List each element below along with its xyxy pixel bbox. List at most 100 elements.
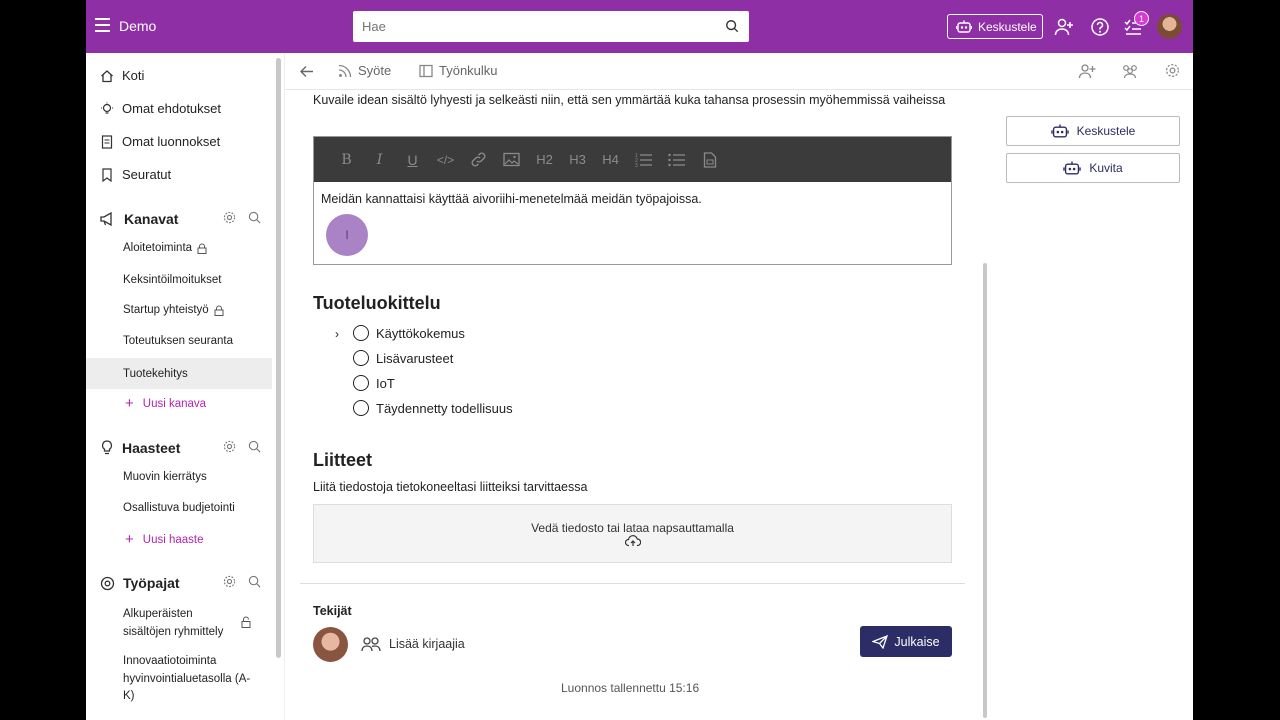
challenge-label: Muovin kierrätys: [123, 471, 207, 483]
h4-button[interactable]: H4: [594, 145, 627, 175]
cloud-upload-icon: [624, 534, 641, 546]
workshop-item[interactable]: Innovaatiotoiminta hyvinvointialuetasoll…: [123, 653, 250, 706]
publish-label: Julkaise: [894, 634, 940, 649]
image-button[interactable]: [495, 145, 528, 175]
gear-icon[interactable]: [1165, 63, 1180, 78]
search-bar[interactable]: [353, 11, 749, 42]
robot-icon: [956, 20, 972, 33]
underline-button[interactable]: U: [396, 145, 429, 175]
arrow-left-icon[interactable]: [299, 64, 314, 79]
sidebar-item-label: Seuratut: [122, 167, 172, 182]
classification-option[interactable]: Käyttökokemus: [353, 325, 465, 341]
channel-item-active[interactable]: Tuotekehitys: [86, 358, 272, 389]
search-icon[interactable]: [248, 575, 261, 588]
search-icon[interactable]: [725, 19, 739, 33]
classification-option[interactable]: IoT: [353, 375, 395, 391]
sidebar-item-followed[interactable]: Seuratut: [100, 167, 171, 182]
channels-actions: [223, 211, 261, 224]
dropzone-label: Vedä tiedosto tai lataa napsauttamalla: [531, 520, 734, 535]
menu-icon[interactable]: [95, 18, 110, 32]
gear-icon[interactable]: [223, 440, 236, 453]
sidebar-item-label: Koti: [122, 68, 145, 83]
illustrate-button[interactable]: Kuvita: [1006, 153, 1180, 183]
robot-icon: [1050, 124, 1069, 138]
option-label: IoT: [376, 375, 395, 391]
channel-label: Toteutuksen seuranta: [123, 335, 233, 347]
channel-item[interactable]: Aloitetoiminta: [123, 242, 207, 254]
chat-button[interactable]: Keskustele: [947, 14, 1043, 39]
workshop-item[interactable]: Alkuperäisten sisältöjen ryhmittely: [123, 605, 223, 641]
ordered-list-button[interactable]: 123: [627, 145, 660, 175]
author-avatar[interactable]: [313, 627, 348, 662]
add-user-icon[interactable]: [1078, 63, 1096, 79]
workshops-section-title[interactable]: Työpajat: [100, 575, 180, 591]
illustrate-label: Kuvita: [1089, 161, 1123, 175]
unlock-icon: [241, 616, 251, 628]
search-input[interactable]: [353, 19, 713, 34]
gear-icon[interactable]: [223, 211, 236, 224]
radio-button[interactable]: [353, 400, 369, 416]
add-channel-label: Uusi kanava: [142, 397, 207, 410]
radio-button[interactable]: [353, 325, 369, 341]
challenge-item[interactable]: Muovin kierrätys: [123, 471, 207, 483]
main-scrollbar[interactable]: [983, 263, 987, 718]
user-avatar[interactable]: [1157, 14, 1182, 39]
classification-option[interactable]: Täydennetty todellisuus: [353, 400, 513, 416]
code-button[interactable]: </>: [429, 145, 462, 175]
workshop-label-line: hyvinvointialuetasolla (A-: [123, 672, 251, 685]
classification-option[interactable]: Lisävarusteet: [353, 350, 453, 366]
bullet-list-button[interactable]: [660, 145, 693, 175]
radio-button[interactable]: [353, 375, 369, 391]
radio-button[interactable]: [353, 350, 369, 366]
divider: [300, 583, 965, 584]
channel-item[interactable]: Keksintöilmoitukset: [123, 274, 221, 286]
notification-badge: 1: [1134, 11, 1149, 26]
workshop-label-line: sisältöjen ryhmittely: [123, 626, 224, 638]
h2-button[interactable]: H2: [528, 145, 561, 175]
add-writer-label: Lisää kirjaajia: [389, 637, 465, 651]
add-channel-button[interactable]: + Uusi kanava: [125, 395, 206, 412]
app-window: Demo Keskustele 1 Koti Omat ehdotukset O…: [86, 0, 1193, 720]
chevron-right-icon[interactable]: ›: [335, 327, 339, 341]
search-icon[interactable]: [248, 440, 261, 453]
file-dropzone[interactable]: Vedä tiedosto tai lataa napsauttamalla: [313, 504, 952, 563]
channel-item[interactable]: Startup yhteistyö: [123, 304, 224, 316]
italic-button[interactable]: I: [363, 145, 396, 175]
click-indicator: I: [326, 214, 368, 256]
option-label: Käyttökokemus: [376, 325, 465, 341]
channels-title: Kanavat: [124, 211, 179, 227]
help-icon[interactable]: [1090, 17, 1110, 37]
group-icon[interactable]: [1121, 63, 1139, 79]
sidebar: Koti Omat ehdotukset Omat luonnokset Seu…: [86, 53, 285, 720]
add-user-icon[interactable]: [1054, 17, 1074, 37]
file-button[interactable]: [693, 145, 726, 175]
challenges-section-title[interactable]: Haasteet: [100, 440, 180, 456]
rich-text-editor[interactable]: B I U </> H2 H3 H4 123 Meidän kannattais…: [313, 136, 952, 265]
h3-button[interactable]: H3: [561, 145, 594, 175]
tab-feed-label: Syöte: [358, 63, 392, 78]
search-icon[interactable]: [248, 211, 261, 224]
chat-label: Keskustele: [1076, 124, 1136, 138]
link-button[interactable]: [462, 145, 495, 175]
classification-title: Tuoteluokittelu: [313, 293, 441, 313]
sidebar-item-my-proposals[interactable]: Omat ehdotukset: [100, 101, 221, 116]
challenge-item[interactable]: Osallistuva budjetointi: [123, 502, 235, 514]
gear-icon[interactable]: [223, 575, 236, 588]
authors-label: Tekijät: [313, 604, 352, 618]
editor-content[interactable]: Meidän kannattaisi käyttää aivoriihi-men…: [314, 182, 951, 216]
sidebar-item-home[interactable]: Koti: [100, 68, 144, 83]
add-challenge-button[interactable]: + Uusi haaste: [125, 531, 204, 548]
top-bar: Demo Keskustele 1: [86, 0, 1193, 53]
tab-workflow[interactable]: Työnkulku: [419, 63, 498, 78]
chat-button-secondary[interactable]: Keskustele: [1006, 116, 1180, 146]
publish-button[interactable]: Julkaise: [860, 626, 952, 657]
tab-feed[interactable]: Syöte: [338, 63, 391, 78]
lightbulb-icon: [101, 102, 113, 114]
channel-label: Tuotekehitys: [123, 367, 188, 380]
sidebar-scrollbar[interactable]: [276, 58, 281, 658]
channels-section-title[interactable]: Kanavat: [100, 211, 178, 227]
sidebar-item-my-drafts[interactable]: Omat luonnokset: [100, 134, 220, 149]
add-writer-button[interactable]: Lisää kirjaajia: [361, 636, 465, 652]
bold-button[interactable]: B: [330, 145, 363, 175]
channel-item[interactable]: Toteutuksen seuranta: [123, 335, 233, 347]
